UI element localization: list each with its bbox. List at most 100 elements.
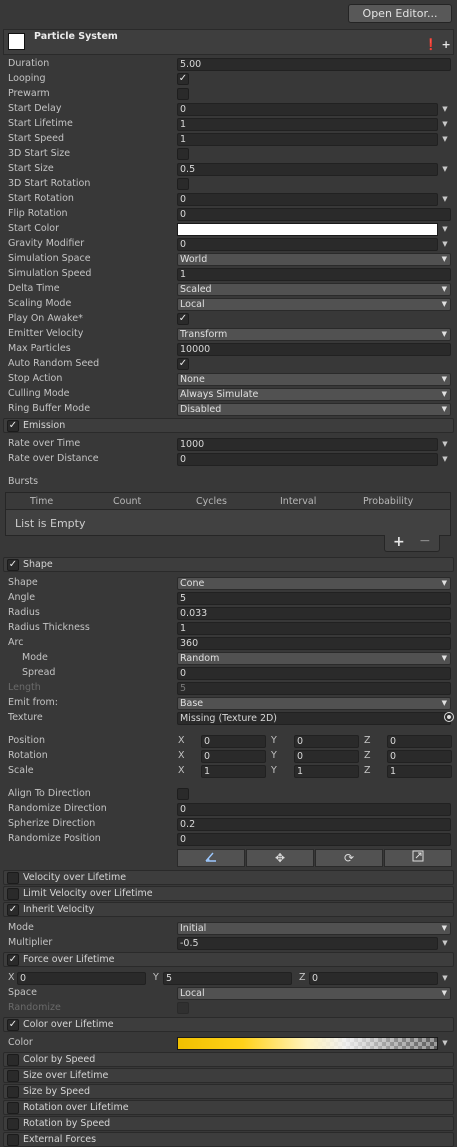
curve-dropdown-icon[interactable]: ▼	[440, 194, 450, 204]
curve-dropdown-icon[interactable]: ▼	[440, 134, 450, 144]
color-by-speed-checkbox[interactable]	[7, 1054, 19, 1066]
shape-checkbox[interactable]: ✓	[7, 559, 19, 571]
align-to-direction-checkbox[interactable]	[177, 788, 189, 800]
looping-checkbox[interactable]: ✓	[177, 73, 189, 85]
randomize-position-field[interactable]: 0	[177, 833, 451, 846]
culling-mode-dropdown[interactable]: Always Simulate ▼	[177, 388, 451, 401]
max-particles-field[interactable]: 10000	[177, 343, 451, 356]
scaling-mode-dropdown[interactable]: Local ▼	[177, 298, 451, 311]
add-icon[interactable]: +	[442, 38, 451, 51]
3d-start-rotation-checkbox[interactable]	[177, 178, 189, 190]
curve-dropdown-icon[interactable]: ▼	[440, 439, 450, 449]
curve-dropdown-icon[interactable]: ▼	[440, 164, 450, 174]
module-color-by-speed-header[interactable]: Color by Speed	[3, 1052, 454, 1067]
duration-field[interactable]: 5.00	[177, 58, 451, 71]
force-y-field[interactable]: 5	[163, 972, 292, 985]
curve-dropdown-icon[interactable]: ▼	[440, 239, 450, 249]
auto-random-seed-checkbox[interactable]: ✓	[177, 358, 189, 370]
prewarm-checkbox[interactable]	[177, 88, 189, 100]
rate-over-distance-field[interactable]: 0	[177, 453, 438, 466]
rotate-shape-button[interactable]: ⟳	[315, 849, 383, 867]
gravity-modifier-field[interactable]: 0	[177, 238, 438, 251]
curve-dropdown-icon[interactable]: ▼	[440, 104, 450, 114]
external-forces-checkbox[interactable]	[7, 1134, 19, 1146]
curve-dropdown-icon[interactable]: ▼	[440, 938, 450, 948]
module-limit-velocity-header[interactable]: Limit Velocity over Lifetime	[3, 886, 454, 901]
gradient-dropdown-icon[interactable]: ▼	[440, 1038, 450, 1048]
texture-field[interactable]: Missing (Texture 2D)	[177, 712, 451, 725]
shape-type-dropdown[interactable]: Cone ▼	[177, 577, 451, 590]
emitter-velocity-dropdown[interactable]: Transform ▼	[177, 328, 451, 341]
force-over-lifetime-checkbox[interactable]: ✓	[7, 954, 19, 966]
rotation-z-field[interactable]: 0	[387, 750, 452, 763]
spherize-direction-field[interactable]: 0.2	[177, 818, 451, 831]
move-shape-button[interactable]: ✥	[246, 849, 314, 867]
add-burst-button[interactable]: +	[393, 534, 405, 550]
emission-checkbox[interactable]: ✓	[7, 420, 19, 432]
start-speed-field[interactable]: 1	[177, 133, 438, 146]
color-over-lifetime-checkbox[interactable]: ✓	[7, 1019, 19, 1031]
edit-shape-button[interactable]	[177, 849, 245, 867]
simulation-speed-field[interactable]: 1	[177, 268, 451, 281]
3d-start-size-checkbox[interactable]	[177, 148, 189, 160]
module-size-over-lifetime-header[interactable]: Size over Lifetime	[3, 1068, 454, 1083]
rotation-y-field[interactable]: 0	[294, 750, 359, 763]
scale-shape-button[interactable]	[384, 849, 452, 867]
angle-field[interactable]: 5	[177, 592, 451, 605]
info-icon[interactable]: ❗	[424, 38, 438, 51]
force-x-field[interactable]: 0	[17, 972, 146, 985]
radius-field[interactable]: 0.033	[177, 607, 451, 620]
color-dropdown-icon[interactable]: ▼	[440, 224, 450, 234]
module-force-over-lifetime-header[interactable]: ✓ Force over Lifetime	[3, 952, 454, 967]
scale-x-field[interactable]: 1	[201, 765, 266, 778]
open-editor-button[interactable]: Open Editor...	[348, 4, 452, 23]
color-gradient-field[interactable]	[177, 1037, 438, 1050]
stop-action-dropdown[interactable]: None ▼	[177, 373, 451, 386]
ring-buffer-mode-dropdown[interactable]: Disabled ▼	[177, 403, 451, 416]
rotation-x-field[interactable]: 0	[201, 750, 266, 763]
simulation-space-dropdown[interactable]: World ▼	[177, 253, 451, 266]
position-x-field[interactable]: 0	[201, 735, 266, 748]
position-y-field[interactable]: 0	[294, 735, 359, 748]
position-z-field[interactable]: 0	[387, 735, 452, 748]
force-z-field[interactable]: 0	[309, 972, 438, 985]
module-external-forces-header[interactable]: External Forces	[3, 1132, 454, 1147]
scale-z-field[interactable]: 1	[387, 765, 452, 778]
delta-time-dropdown[interactable]: Scaled ▼	[177, 283, 451, 296]
module-size-by-speed-header[interactable]: Size by Speed	[3, 1084, 454, 1099]
module-velocity-over-lifetime-header[interactable]: Velocity over Lifetime	[3, 870, 454, 885]
multiplier-field[interactable]: -0.5	[177, 937, 438, 950]
curve-dropdown-icon[interactable]: ▼	[440, 454, 450, 464]
radius-thickness-field[interactable]: 1	[177, 622, 451, 635]
inherit-mode-dropdown[interactable]: Initial ▼	[177, 922, 451, 935]
remove-burst-button[interactable]: −	[419, 533, 431, 549]
object-picker-icon[interactable]	[444, 712, 454, 722]
randomize-direction-field[interactable]: 0	[177, 803, 451, 816]
curve-dropdown-icon[interactable]: ▼	[440, 119, 450, 129]
start-rotation-field[interactable]: 0	[177, 193, 438, 206]
limit-velocity-checkbox[interactable]	[7, 888, 19, 900]
spread-field[interactable]: 0	[177, 667, 451, 680]
emit-from-dropdown[interactable]: Base ▼	[177, 697, 451, 710]
size-over-lifetime-checkbox[interactable]	[7, 1070, 19, 1082]
arc-mode-dropdown[interactable]: Random ▼	[177, 652, 451, 665]
curve-dropdown-icon[interactable]: ▼	[440, 973, 450, 983]
start-delay-field[interactable]: 0	[177, 103, 438, 116]
inherit-velocity-checkbox[interactable]: ✓	[7, 904, 19, 916]
rotation-by-speed-checkbox[interactable]	[7, 1118, 19, 1130]
play-on-awake-checkbox[interactable]: ✓	[177, 313, 189, 325]
rotation-over-lifetime-checkbox[interactable]	[7, 1102, 19, 1114]
module-emission-header[interactable]: ✓ Emission	[3, 418, 454, 433]
rate-over-time-field[interactable]: 1000	[177, 438, 438, 451]
start-color-swatch[interactable]	[177, 223, 438, 236]
module-rotation-by-speed-header[interactable]: Rotation by Speed	[3, 1116, 454, 1131]
module-inherit-velocity-header[interactable]: ✓ Inherit Velocity	[3, 902, 454, 917]
scale-y-field[interactable]: 1	[294, 765, 359, 778]
module-rotation-over-lifetime-header[interactable]: Rotation over Lifetime	[3, 1100, 454, 1115]
module-shape-header[interactable]: ✓ Shape	[3, 557, 454, 572]
arc-field[interactable]: 360	[177, 637, 451, 650]
force-space-dropdown[interactable]: Local ▼	[177, 987, 451, 1000]
flip-rotation-field[interactable]: 0	[177, 208, 451, 221]
start-lifetime-field[interactable]: 1	[177, 118, 438, 131]
velocity-over-lifetime-checkbox[interactable]	[7, 872, 19, 884]
